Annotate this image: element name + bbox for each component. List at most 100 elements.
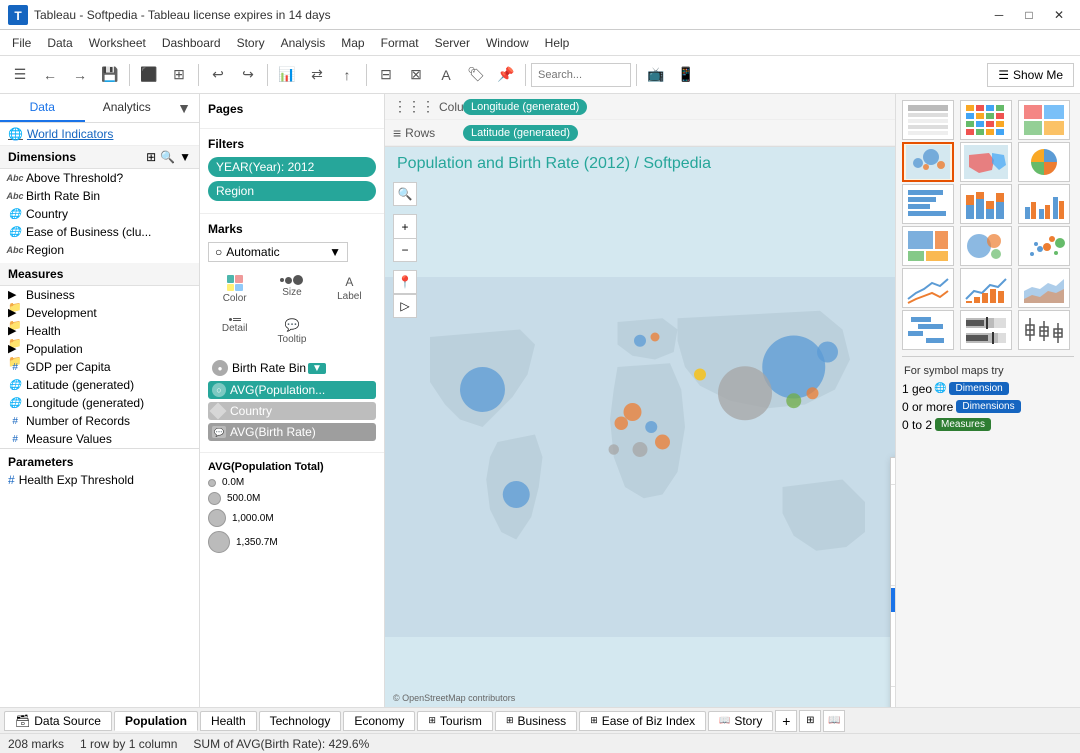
menu-analysis[interactable]: Analysis [273,34,334,52]
ctx-forecast[interactable]: Forecast › [891,636,895,660]
ctx-select-all[interactable]: Select All [891,458,895,482]
thumb-highlight-table[interactable] [1018,100,1070,140]
dim-above-threshold[interactable]: Abc Above Threshold? [0,169,199,187]
marks-dropdown[interactable]: ○Automatic ▼ [208,242,348,262]
add-story-button[interactable]: 📖 [823,710,845,732]
toolbar-present[interactable]: 📺 [642,61,670,89]
measure-population[interactable]: ▶ 📁 Population [0,340,199,358]
data-source-selector[interactable]: 🌐 World Indicators [0,123,199,146]
marks-birth-rate-bin[interactable]: ● Birth Rate Bin ▼ [208,358,376,378]
thumb-symbol-map[interactable] [902,142,954,182]
param-health-exp[interactable]: # Health Exp Threshold [8,471,191,489]
measure-longitude[interactable]: 🌐 Longitude (generated) [0,394,199,412]
marks-type-dropdown[interactable]: ○Automatic ▼ [208,242,376,262]
thumb-heat-map[interactable] [960,100,1012,140]
ctx-copy[interactable]: Copy › [891,511,895,535]
thumb-circles[interactable] [960,226,1012,266]
thumb-horizontal-bars[interactable] [902,184,954,224]
toolbar-label[interactable]: 🏷 [462,61,490,89]
dimensions-search-icon[interactable]: 🔍 [160,150,175,164]
thumb-line-chart[interactable] [902,268,954,308]
thumb-dual-line[interactable] [960,268,1012,308]
measure-gdp[interactable]: # GDP per Capita [0,358,199,376]
dim-birth-rate-bin[interactable]: Abc Birth Rate Bin [0,187,199,205]
ctx-view-data[interactable]: View Data... [891,487,895,511]
thumb-area-chart[interactable] [1018,268,1070,308]
dimensions-expand-icon[interactable]: ▼ [179,150,191,164]
toolbar-save-button[interactable]: 💾 [96,61,124,89]
marks-label-ctrl[interactable]: A Label [323,270,376,309]
toolbar-chart-type[interactable]: 📊 [273,61,301,89]
minimize-button[interactable]: ─ [986,5,1012,25]
filter-region[interactable]: Region [208,181,376,201]
thumb-treemap[interactable] [902,226,954,266]
thumb-filled-map[interactable] [960,142,1012,182]
measure-values[interactable]: # Measure Values [0,430,199,448]
filter-year[interactable]: YEAR(Year): 2012 [208,157,376,177]
toolbar-search[interactable] [531,63,631,87]
tab-population[interactable]: Population [114,711,198,731]
tab-economy[interactable]: Economy [343,711,415,731]
menu-map[interactable]: Map [333,34,372,52]
add-dashboard-button[interactable]: ⊞ [799,710,821,732]
panel-options-icon[interactable]: ▼ [169,94,199,122]
tab-data-source[interactable]: 🗃 Data Source [4,711,112,731]
marks-avg-birth-rate[interactable]: 💬 AVG(Birth Rate) [208,423,376,441]
thumb-gantt[interactable] [902,310,954,350]
thumb-box-plot[interactable] [1018,310,1070,350]
tab-analytics[interactable]: Analytics [85,94,170,122]
menu-file[interactable]: File [4,34,39,52]
ctx-trend-lines[interactable]: Trend Lines › [891,612,895,636]
tab-technology[interactable]: Technology [259,711,342,731]
toolbar-back-button[interactable]: ← [36,61,64,89]
measure-latitude[interactable]: 🌐 Latitude (generated) [0,376,199,394]
dim-country[interactable]: 🌐 Country [0,205,199,223]
thumb-stacked-bars[interactable] [960,184,1012,224]
tab-story[interactable]: 📖 Story [708,711,773,731]
toolbar-redo[interactable]: ↪ [234,61,262,89]
marks-detail-ctrl[interactable]: Detail [208,313,261,350]
map-pin-button[interactable]: 📍 [393,270,417,294]
tab-business[interactable]: ⊞ Business [495,711,577,731]
data-source-name[interactable]: World Indicators [27,127,113,141]
measure-development[interactable]: ▶ 📁 Development [0,304,199,322]
toolbar-navigate-back[interactable]: ☰ [6,61,34,89]
add-tab-button[interactable]: + [775,710,797,732]
columns-pill[interactable]: Longitude (generated) [463,99,587,115]
menu-worksheet[interactable]: Worksheet [81,34,154,52]
menu-server[interactable]: Server [427,34,478,52]
map-zoom-out[interactable]: − [393,238,417,262]
tab-tourism[interactable]: ⊞ Tourism [417,711,493,731]
close-button[interactable]: ✕ [1046,5,1072,25]
measure-business[interactable]: ▶ 📁 Business [0,286,199,304]
dim-region[interactable]: Abc Region [0,241,199,259]
toolbar-new-datasource[interactable]: ⬛ [135,61,163,89]
marks-color-ctrl[interactable]: Color [208,270,261,309]
show-me-button[interactable]: ☰ Show Me [987,63,1074,87]
toolbar-undo[interactable]: ↩ [204,61,232,89]
menu-window[interactable]: Window [478,34,537,52]
thumb-text-table[interactable] [902,100,954,140]
toolbar-fit-width[interactable]: ⊟ [372,61,400,89]
toolbar-pin[interactable]: 📌 [492,61,520,89]
field-birth-dropdown[interactable]: ▼ [308,363,326,374]
dim-ease-of-biz[interactable]: 🌐 Ease of Business (clu... [0,223,199,241]
marks-tooltip-ctrl[interactable]: 💬 Tooltip [265,313,318,350]
ctx-format[interactable]: Format... [891,535,895,559]
ctx-annotate[interactable]: Annotate › [891,588,895,612]
thumb-bullet[interactable] [960,310,1012,350]
ctx-edit-locations[interactable]: Edit Locations... [891,559,895,583]
ctx-hide-toolbar[interactable]: 👁 Hide View Toolbar [891,689,895,707]
menu-data[interactable]: Data [39,34,80,52]
menu-format[interactable]: Format [373,34,427,52]
thumb-pie-chart[interactable] [1018,142,1070,182]
tab-data[interactable]: Data [0,94,85,122]
map-navigate-button[interactable]: ▷ [393,294,417,318]
marks-size-ctrl[interactable]: Size [265,270,318,309]
marks-avg-population[interactable]: ○ AVG(Population... [208,381,376,399]
marks-country[interactable]: Country [208,402,376,420]
tab-health[interactable]: Health [200,711,257,731]
menu-help[interactable]: Help [537,34,578,52]
ctx-drop-lines[interactable]: Drop Lines › [891,660,895,684]
toolbar-fit-height[interactable]: ⊠ [402,61,430,89]
